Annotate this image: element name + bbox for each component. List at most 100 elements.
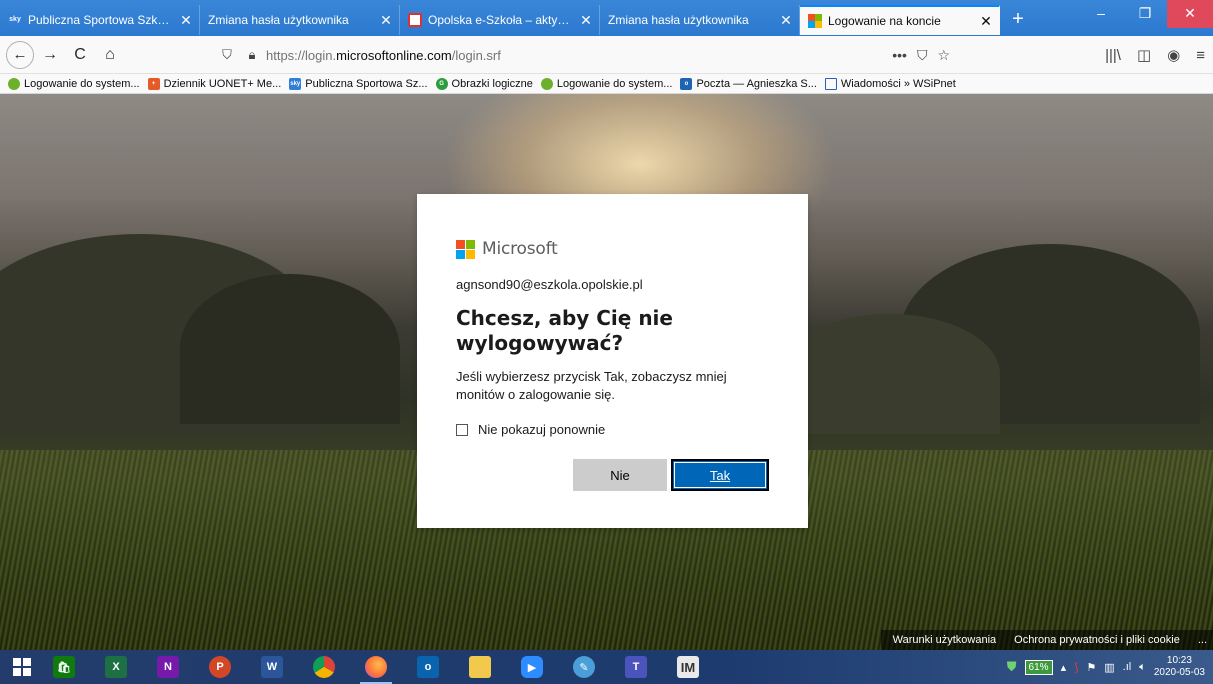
tab-strip: sky Publiczna Sportowa Szkoła Pod ✕ Zmia… bbox=[0, 0, 1213, 36]
word-app-button[interactable]: W bbox=[252, 650, 292, 684]
excel-app-button[interactable]: X bbox=[96, 650, 136, 684]
address-bar[interactable]: ⛉ 🔒︎ https://login.microsoftonline.com/l… bbox=[218, 41, 950, 69]
bookmark-star-icon[interactable]: ☆ bbox=[937, 47, 950, 64]
powerpoint-app-button[interactable]: P bbox=[200, 650, 240, 684]
network-icon[interactable]: ▥ bbox=[1104, 661, 1114, 674]
forward-button[interactable]: → bbox=[36, 41, 64, 69]
menu-icon[interactable]: ≡ bbox=[1196, 47, 1205, 64]
close-icon[interactable]: ✕ bbox=[379, 12, 393, 29]
yes-button[interactable]: Tak bbox=[671, 459, 769, 491]
tab-title: Zmiana hasła użytkownika bbox=[208, 13, 349, 27]
privacy-link[interactable]: Ochrona prywatności i pliki cookie bbox=[1014, 634, 1180, 646]
tab-logowanie[interactable]: Logowanie na koncie ✕ bbox=[800, 5, 1000, 35]
chrome-app-button[interactable] bbox=[304, 650, 344, 684]
close-icon[interactable]: ✕ bbox=[579, 12, 593, 29]
logowanie-icon bbox=[540, 77, 553, 90]
bookmark-item[interactable]: + Dziennik UONET+ Me... bbox=[147, 77, 281, 90]
onenote-icon: N bbox=[157, 656, 179, 678]
volume-icon[interactable]: 🔈︎ bbox=[1139, 661, 1146, 674]
excel-icon: X bbox=[105, 656, 127, 678]
library-icon[interactable]: |||\ bbox=[1105, 47, 1121, 64]
page-actions-icon[interactable]: ••• bbox=[892, 47, 907, 63]
chevron-up-icon[interactable]: ▴ bbox=[1061, 661, 1067, 674]
bookmark-item[interactable]: o Poczta — Agnieszka S... bbox=[680, 77, 817, 90]
dont-show-again-checkbox[interactable]: Nie pokazuj ponownie bbox=[456, 422, 764, 437]
dialog-description: Jeśli wybierzesz przycisk Tak, zobaczysz… bbox=[456, 369, 727, 402]
sky-icon: sky bbox=[289, 77, 302, 90]
zoom-app-button[interactable]: ▶ bbox=[512, 650, 552, 684]
teams-app-button[interactable]: T bbox=[616, 650, 656, 684]
start-button[interactable] bbox=[0, 650, 44, 684]
account-email: agnsond90@eszkola.opolskie.pl bbox=[456, 277, 643, 292]
chrome-icon bbox=[313, 656, 335, 678]
checkbox-box[interactable] bbox=[456, 423, 468, 436]
account-icon[interactable]: ◉ bbox=[1167, 46, 1180, 64]
background-hill bbox=[780, 314, 1000, 434]
im-app-button[interactable]: IM bbox=[668, 650, 708, 684]
bookmark-item[interactable]: G Obrazki logiczne bbox=[435, 77, 533, 90]
back-button[interactable]: ← bbox=[6, 40, 34, 69]
reload-button[interactable]: C bbox=[66, 41, 94, 69]
pocket-icon[interactable]: ⛉ bbox=[917, 47, 928, 64]
clock[interactable]: 10:23 2020-05-03 bbox=[1154, 655, 1205, 679]
news-icon bbox=[824, 77, 837, 90]
dialog-title: Chcesz, aby Cię nie wylogowywać? bbox=[456, 306, 673, 355]
word-icon: W bbox=[261, 656, 283, 678]
eszkola-icon bbox=[408, 13, 422, 27]
navigation-toolbar: ← → C ⌂ ⛉ 🔒︎ https://login.microsoftonli… bbox=[0, 36, 1213, 74]
windows-taskbar: 🛍︎ X N P W o ▶ ✎ T IM ⛊ 61% ▴ ⟆ ⚑ ▥ .ıl … bbox=[0, 650, 1213, 684]
page-background: Microsoft agnsond90@eszkola.opolskie.pl … bbox=[0, 94, 1213, 650]
bookmark-item[interactable]: Logowanie do system... bbox=[540, 77, 672, 90]
flag-icon[interactable]: ⚑ bbox=[1086, 661, 1096, 674]
microsoft-icon bbox=[808, 14, 822, 28]
tracking-shield-icon[interactable]: ⛉ bbox=[218, 47, 236, 63]
close-icon[interactable]: ✕ bbox=[779, 12, 793, 29]
close-icon[interactable]: ✕ bbox=[979, 13, 993, 30]
tab-zmiana-hasla-2[interactable]: Zmiana hasła użytkownika ✕ bbox=[600, 5, 800, 35]
tab-zmiana-hasla-1[interactable]: Zmiana hasła użytkownika ✕ bbox=[200, 5, 400, 35]
tab-title: Publiczna Sportowa Szkoła Pod bbox=[28, 13, 173, 27]
new-tab-button[interactable]: + bbox=[1000, 5, 1036, 35]
background-hill bbox=[180, 274, 400, 424]
microsoft-logo: Microsoft bbox=[456, 238, 764, 260]
tab-publiczna[interactable]: sky Publiczna Sportowa Szkoła Pod ✕ bbox=[0, 5, 200, 35]
lock-icon[interactable]: 🔒︎ bbox=[244, 47, 260, 63]
terms-link[interactable]: Warunki użytkowania bbox=[893, 634, 997, 646]
store-icon: 🛍︎ bbox=[53, 656, 75, 678]
window-controls: – ❐ ✕ bbox=[1079, 0, 1213, 28]
close-icon[interactable]: ✕ bbox=[179, 12, 193, 29]
battery-indicator[interactable]: 61% bbox=[1024, 659, 1053, 675]
checkbox-label: Nie pokazuj ponownie bbox=[478, 422, 606, 437]
powerpoint-icon: P bbox=[209, 656, 231, 678]
battery-plug-icon[interactable]: ⛊ bbox=[1007, 659, 1017, 675]
restore-button[interactable]: ❐ bbox=[1123, 0, 1167, 28]
tab-opolska-eszkola[interactable]: Opolska e-Szkoła – aktywacja k ✕ bbox=[400, 5, 600, 35]
bookmark-item[interactable]: sky Publiczna Sportowa Sz... bbox=[289, 77, 428, 90]
brand-name: Microsoft bbox=[482, 239, 558, 259]
sidebar-icon[interactable]: ◫ bbox=[1137, 46, 1151, 64]
bookmark-item[interactable]: Logowanie do system... bbox=[8, 77, 140, 90]
paint-app-button[interactable]: ✎ bbox=[564, 650, 604, 684]
uonet-icon: + bbox=[147, 77, 160, 90]
outlook-app-button[interactable]: o bbox=[408, 650, 448, 684]
home-button[interactable]: ⌂ bbox=[96, 41, 124, 69]
minimize-button[interactable]: – bbox=[1079, 0, 1123, 28]
signal-icon[interactable]: .ıl bbox=[1123, 661, 1132, 673]
bookmark-item[interactable]: Wiadomości » WSiPnet bbox=[824, 77, 956, 90]
onenote-app-button[interactable]: N bbox=[148, 650, 188, 684]
more-options-link[interactable]: ... bbox=[1198, 634, 1207, 646]
stay-signed-in-dialog: Microsoft agnsond90@eszkola.opolskie.pl … bbox=[417, 194, 808, 528]
im-icon: IM bbox=[677, 656, 699, 678]
acrobat-icon[interactable]: ⟆ bbox=[1074, 661, 1078, 674]
window-close-button[interactable]: ✕ bbox=[1167, 0, 1213, 28]
folder-icon bbox=[469, 656, 491, 678]
tab-title: Zmiana hasła użytkownika bbox=[608, 13, 749, 27]
sky-icon: sky bbox=[8, 13, 22, 27]
dialog-buttons: Nie Tak bbox=[573, 459, 769, 491]
file-explorer-app-button[interactable] bbox=[460, 650, 500, 684]
no-button[interactable]: Nie bbox=[573, 459, 667, 491]
outlook-icon: o bbox=[417, 656, 439, 678]
url-text[interactable]: https://login.microsoftonline.com/login.… bbox=[266, 48, 501, 63]
firefox-app-button[interactable] bbox=[356, 650, 396, 684]
store-app-button[interactable]: 🛍︎ bbox=[44, 650, 84, 684]
